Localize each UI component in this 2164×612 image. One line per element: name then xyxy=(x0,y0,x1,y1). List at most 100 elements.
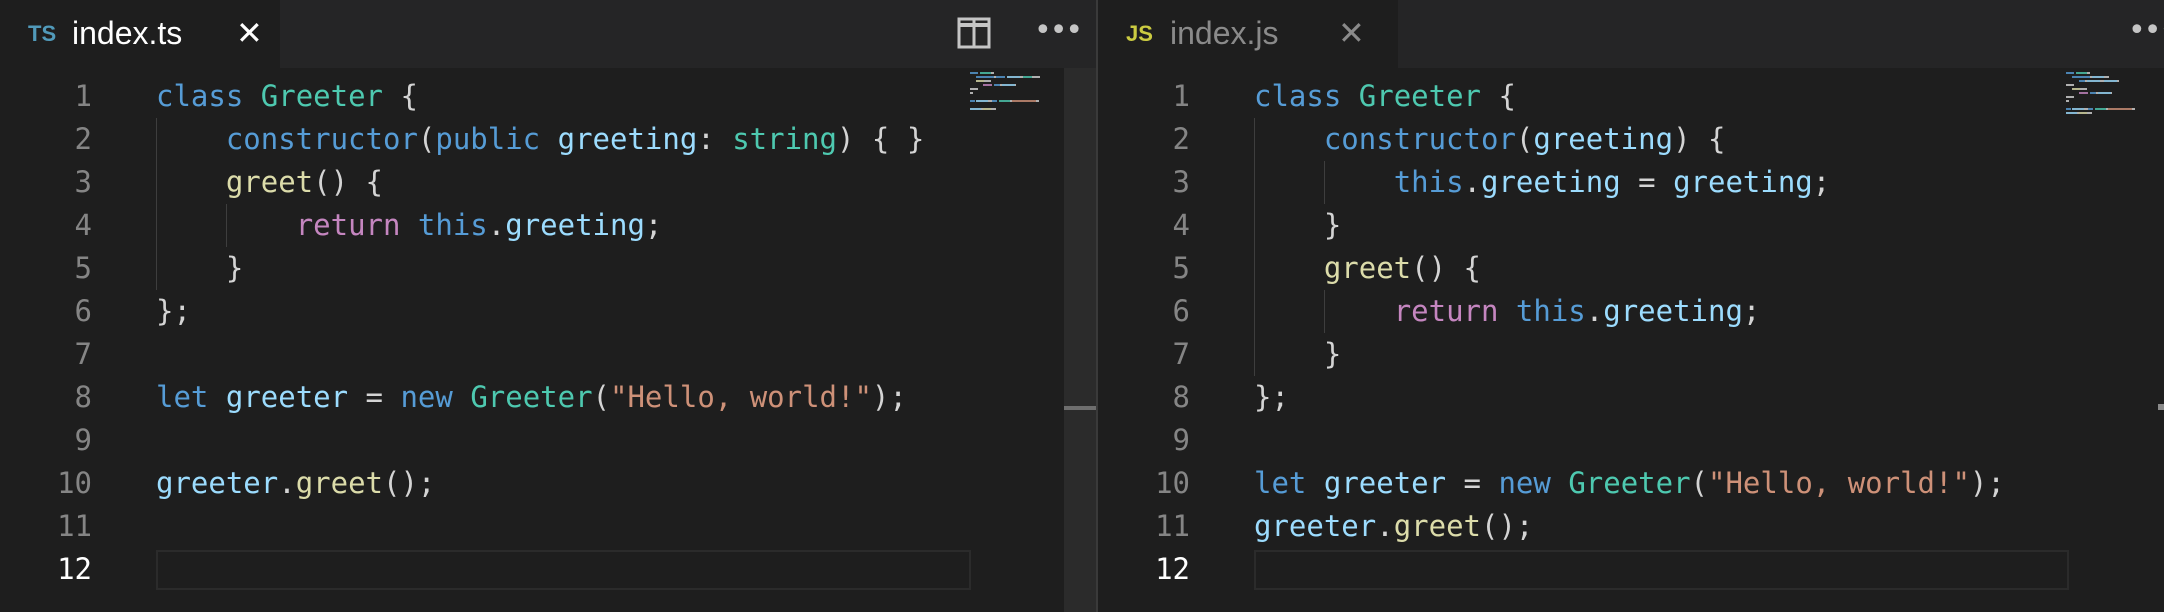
vertical-scrollbar[interactable] xyxy=(1064,68,1096,612)
minimap[interactable] xyxy=(2066,72,2164,132)
code-line: greet() { xyxy=(1254,247,1481,290)
minimap-token xyxy=(2066,112,2078,114)
line-number: 3 xyxy=(74,165,92,199)
code-token: ; xyxy=(1742,294,1761,328)
line-number: 1 xyxy=(74,79,92,113)
code-token: ( xyxy=(1515,122,1534,156)
code-token: greeting xyxy=(1533,122,1674,156)
code-token: greet xyxy=(225,165,314,199)
code-line: let greeter = new Greeter("Hello, world!… xyxy=(1254,462,2005,505)
scrollbar-thumb[interactable] xyxy=(1064,406,1096,410)
line-number: 9 xyxy=(74,423,92,457)
code-line: } xyxy=(156,247,243,290)
minimap-token xyxy=(976,76,994,78)
line-number: 5 xyxy=(1172,251,1190,285)
tab-index-ts[interactable]: TS index.ts ✕ xyxy=(0,0,280,68)
code-token: : xyxy=(697,122,733,156)
minimap-token xyxy=(2107,108,2132,110)
code-line: return this.greeting; xyxy=(156,204,663,247)
code-token: this xyxy=(417,208,488,242)
more-actions-icon[interactable]: ••• xyxy=(1034,14,1083,54)
minimap-token xyxy=(990,72,994,74)
tab-bar: JS index.js ✕ ••• xyxy=(1098,0,2164,68)
line-number: 5 xyxy=(74,251,92,285)
minimap-token xyxy=(992,100,998,102)
tab-index-js[interactable]: JS index.js ✕ xyxy=(1098,0,1398,68)
code-token: greet xyxy=(1393,509,1481,543)
code-token: { xyxy=(383,79,418,113)
minimap-token xyxy=(1022,76,1033,78)
minimap-token xyxy=(2091,76,2105,78)
minimap-token xyxy=(1035,100,1039,102)
code-token: return xyxy=(295,208,401,242)
line-number: 3 xyxy=(1172,165,1190,199)
code-token: greeting xyxy=(1603,294,1743,328)
split-editor-icon[interactable] xyxy=(956,14,992,54)
code-token: greeting xyxy=(557,122,698,156)
line-number: 7 xyxy=(1172,337,1190,371)
code-line: constructor(public greeting: string) { } xyxy=(156,118,924,161)
code-line: }; xyxy=(156,290,191,333)
minimap-token xyxy=(1032,76,1041,78)
line-number: 10 xyxy=(57,466,92,500)
minimap-token xyxy=(2066,96,2074,98)
minimap-token xyxy=(970,100,975,102)
code-line: greet() { xyxy=(156,161,383,204)
more-actions-icon[interactable]: ••• xyxy=(2128,14,2164,54)
code-token: string xyxy=(732,122,837,156)
tab-title: index.js xyxy=(1170,15,1279,51)
code-token: constructor xyxy=(1323,122,1516,156)
code-token: ( xyxy=(592,380,611,414)
minimap-token xyxy=(2110,92,2113,94)
code-token: ( xyxy=(417,122,436,156)
code-token: this xyxy=(1393,165,1464,199)
code-line: } xyxy=(1254,204,1341,247)
minimap-token xyxy=(2131,108,2135,110)
code-line: constructor(greeting) { xyxy=(1254,118,1726,161)
line-number: 10 xyxy=(1155,466,1190,500)
line-number: 2 xyxy=(74,122,92,156)
code-token: . xyxy=(1463,165,1481,199)
line-number: 12 xyxy=(1155,552,1190,586)
code-line: class Greeter { xyxy=(156,75,418,118)
minimap-token xyxy=(2066,72,2074,74)
minimap-token xyxy=(2066,84,2074,86)
code-token: ); xyxy=(1969,466,2005,500)
minimap[interactable] xyxy=(970,72,1070,132)
current-line-highlight xyxy=(156,550,971,590)
code-token: () { xyxy=(313,165,383,199)
code-editor-typescript[interactable]: 1 class Greeter { 2 constructor(public gre… xyxy=(0,68,1096,612)
code-token: = xyxy=(348,380,401,414)
minimap-token xyxy=(970,72,978,74)
close-icon[interactable]: ✕ xyxy=(1338,14,1365,52)
typescript-file-icon: TS xyxy=(28,21,57,46)
minimap-token xyxy=(2078,92,2089,94)
line-number: 12 xyxy=(57,552,92,586)
code-token: public xyxy=(435,122,541,156)
close-icon[interactable]: ✕ xyxy=(236,14,263,52)
minimap-token xyxy=(2078,112,2087,114)
code-line: this.greeting = greeting; xyxy=(1254,161,1831,204)
minimap-token xyxy=(970,108,982,110)
code-editor-javascript[interactable]: 1 class Greeter {2 constructor(greeting) … xyxy=(1098,68,2164,612)
code-token: . xyxy=(278,466,296,500)
code-token: }; xyxy=(1254,380,1289,414)
code-token: new xyxy=(1498,466,1551,500)
minimap-token xyxy=(2094,108,2106,110)
minimap-token xyxy=(2072,76,2090,78)
code-token: Greeter xyxy=(1358,79,1481,113)
minimap-token xyxy=(979,72,991,74)
code-token: . xyxy=(1585,294,1604,328)
code-token: { xyxy=(1481,79,1516,113)
minimap-token xyxy=(2080,88,2087,90)
